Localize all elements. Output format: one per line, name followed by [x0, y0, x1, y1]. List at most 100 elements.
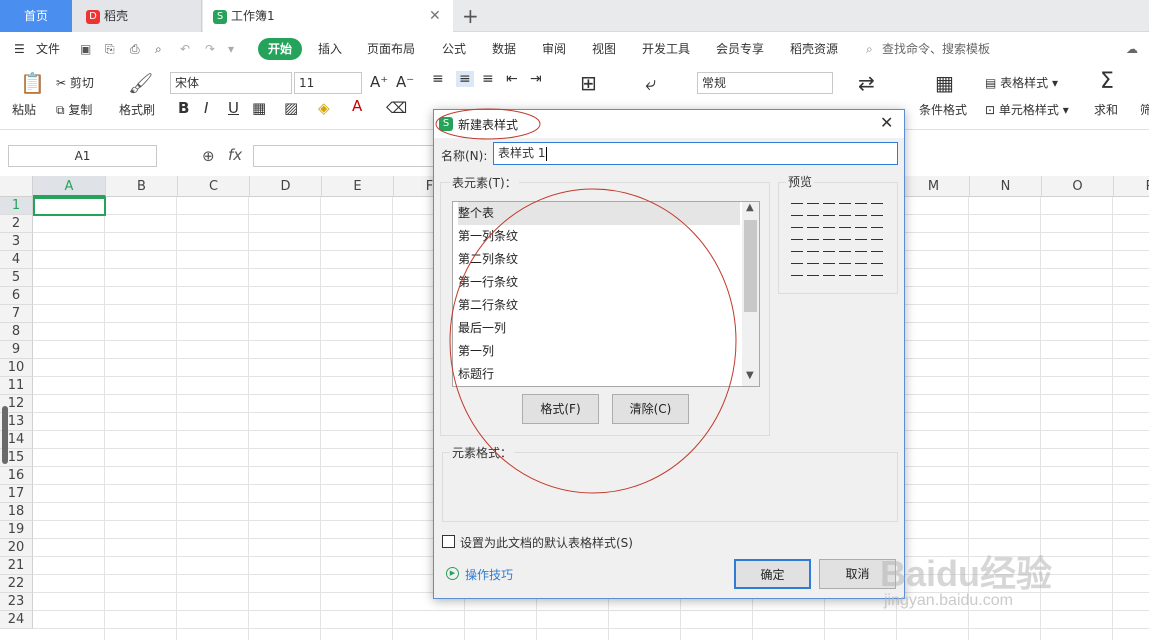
- row-header-18[interactable]: 18: [0, 503, 33, 521]
- row-header-7[interactable]: 7: [0, 305, 33, 323]
- more-icon[interactable]: ▾: [228, 33, 234, 65]
- export-icon[interactable]: ⎘: [105, 33, 115, 65]
- print-icon[interactable]: ⎙: [130, 33, 140, 65]
- row-header-10[interactable]: 10: [0, 359, 33, 377]
- font-name-select[interactable]: 宋体: [170, 72, 292, 94]
- menu-formula[interactable]: 公式: [442, 33, 466, 65]
- tab-workbook[interactable]: S 工作簿1 ✕: [203, 0, 453, 32]
- format-button[interactable]: 格式(F): [522, 394, 599, 424]
- menu-layout[interactable]: 页面布局: [367, 33, 415, 65]
- conditional-format-icon[interactable]: ▦: [935, 71, 954, 95]
- row-header-23[interactable]: 23: [0, 593, 33, 611]
- table-element-item[interactable]: 第二列条纹: [458, 248, 740, 271]
- table-element-item[interactable]: 最后一列: [458, 317, 740, 340]
- search-command-input[interactable]: 查找命令、搜索模板: [882, 33, 990, 65]
- print-preview-icon[interactable]: ⌕: [155, 33, 162, 65]
- table-style-button[interactable]: ▤ 表格样式 ▾: [985, 74, 1058, 91]
- row-header-5[interactable]: 5: [0, 269, 33, 287]
- copy-button[interactable]: ⧉ 复制: [56, 101, 92, 118]
- list-scrollbar[interactable]: ▲ ▼: [742, 202, 759, 386]
- close-tab-icon[interactable]: ✕: [429, 0, 441, 32]
- new-tab-button[interactable]: +: [462, 0, 482, 32]
- row-header-4[interactable]: 4: [0, 251, 33, 269]
- format-painter-button[interactable]: 格式刷: [119, 101, 155, 118]
- select-all-corner[interactable]: [0, 176, 33, 197]
- sum-button[interactable]: 求和: [1094, 101, 1118, 118]
- column-header-m[interactable]: M: [898, 176, 970, 197]
- style-name-input[interactable]: 表样式 1: [493, 142, 898, 165]
- wrap-text-icon[interactable]: ⤶: [645, 71, 656, 95]
- row-header-17[interactable]: 17: [0, 485, 33, 503]
- scroll-up-icon[interactable]: ▲: [746, 202, 754, 213]
- cut-button[interactable]: ✂ 剪切: [56, 74, 94, 91]
- tab-home[interactable]: 首页: [0, 0, 72, 32]
- underline-button[interactable]: U: [228, 99, 239, 117]
- row-header-8[interactable]: 8: [0, 323, 33, 341]
- table-element-item[interactable]: 标题行: [458, 363, 740, 386]
- scroll-down-icon[interactable]: ▼: [746, 370, 754, 381]
- formula-input[interactable]: [253, 145, 443, 167]
- scroll-thumb[interactable]: [744, 220, 757, 312]
- eraser-icon[interactable]: ⌫: [386, 99, 407, 117]
- dialog-close-icon[interactable]: ✕: [880, 113, 893, 132]
- menu-start[interactable]: 开始: [258, 38, 303, 60]
- row-header-1[interactable]: 1: [0, 197, 33, 215]
- row-header-22[interactable]: 22: [0, 575, 33, 593]
- column-header-p[interactable]: P: [1114, 176, 1149, 197]
- tab-daoke[interactable]: D 稻壳: [72, 0, 202, 32]
- paste-icon[interactable]: 📋: [20, 71, 45, 95]
- row-header-19[interactable]: 19: [0, 521, 33, 539]
- fill-pattern-icon[interactable]: ▨: [284, 99, 298, 117]
- row-header-2[interactable]: 2: [0, 215, 33, 233]
- table-element-item[interactable]: 整个表: [458, 202, 740, 225]
- align-middle-icon[interactable]: ≡: [456, 71, 474, 87]
- column-header-d[interactable]: D: [250, 176, 322, 197]
- menu-review[interactable]: 审阅: [542, 33, 566, 65]
- redo-icon[interactable]: ↷: [205, 33, 215, 65]
- row-header-11[interactable]: 11: [0, 377, 33, 395]
- tips-link[interactable]: 操作技巧: [465, 566, 513, 583]
- column-header-a[interactable]: A: [33, 176, 106, 197]
- undo-icon[interactable]: ↶: [180, 33, 190, 65]
- number-format-select[interactable]: 常规: [697, 72, 833, 94]
- save-icon[interactable]: ▣: [80, 33, 91, 65]
- indent-increase-icon[interactable]: ⇥: [530, 71, 542, 87]
- italic-button[interactable]: I: [204, 99, 208, 117]
- column-header-b[interactable]: B: [106, 176, 178, 197]
- font-size-select[interactable]: 11: [294, 72, 362, 94]
- indent-decrease-icon[interactable]: ⇤: [506, 71, 518, 87]
- menu-data[interactable]: 数据: [492, 33, 516, 65]
- table-element-item[interactable]: 第一行条纹: [458, 271, 740, 294]
- menu-file[interactable]: 文件: [36, 33, 60, 65]
- bold-button[interactable]: B: [178, 99, 189, 117]
- table-elements-list[interactable]: 整个表 第一列条纹 第二列条纹 第一行条纹 第二行条纹 最后一列 第一列 标题行 ▲ ▼: [452, 201, 760, 387]
- sum-icon[interactable]: Σ: [1100, 69, 1114, 94]
- format-painter-icon[interactable]: 🖌: [128, 71, 153, 95]
- fill-color-icon[interactable]: ◈: [318, 99, 330, 117]
- row-header-16[interactable]: 16: [0, 467, 33, 485]
- align-top-icon[interactable]: ≡: [432, 71, 444, 87]
- clear-button[interactable]: 清除(C): [612, 394, 689, 424]
- menu-insert[interactable]: 插入: [318, 33, 342, 65]
- menu-view[interactable]: 视图: [592, 33, 616, 65]
- hamburger-icon[interactable]: ☰: [14, 33, 25, 65]
- row-header-3[interactable]: 3: [0, 233, 33, 251]
- cloud-icon[interactable]: ☁: [1126, 33, 1138, 65]
- ok-button[interactable]: 确定: [734, 559, 811, 589]
- column-header-c[interactable]: C: [178, 176, 250, 197]
- filter-button[interactable]: 筛: [1140, 101, 1149, 118]
- menu-dev[interactable]: 开发工具: [642, 33, 690, 65]
- scroll-handle[interactable]: [2, 406, 8, 464]
- table-element-item[interactable]: 第一列: [458, 340, 740, 363]
- border-icon[interactable]: ▦: [252, 99, 266, 117]
- zoom-icon[interactable]: ⊕: [202, 147, 215, 165]
- column-header-n[interactable]: N: [970, 176, 1042, 197]
- active-cell-a1[interactable]: [33, 197, 106, 216]
- row-header-9[interactable]: 9: [0, 341, 33, 359]
- column-header-e[interactable]: E: [322, 176, 394, 197]
- default-style-checkbox[interactable]: [442, 535, 455, 548]
- align-bottom-icon[interactable]: ≡: [482, 71, 494, 87]
- menu-member[interactable]: 会员专享: [716, 33, 764, 65]
- conditional-format-button[interactable]: 条件格式: [919, 101, 967, 118]
- paste-button[interactable]: 粘贴: [12, 101, 36, 118]
